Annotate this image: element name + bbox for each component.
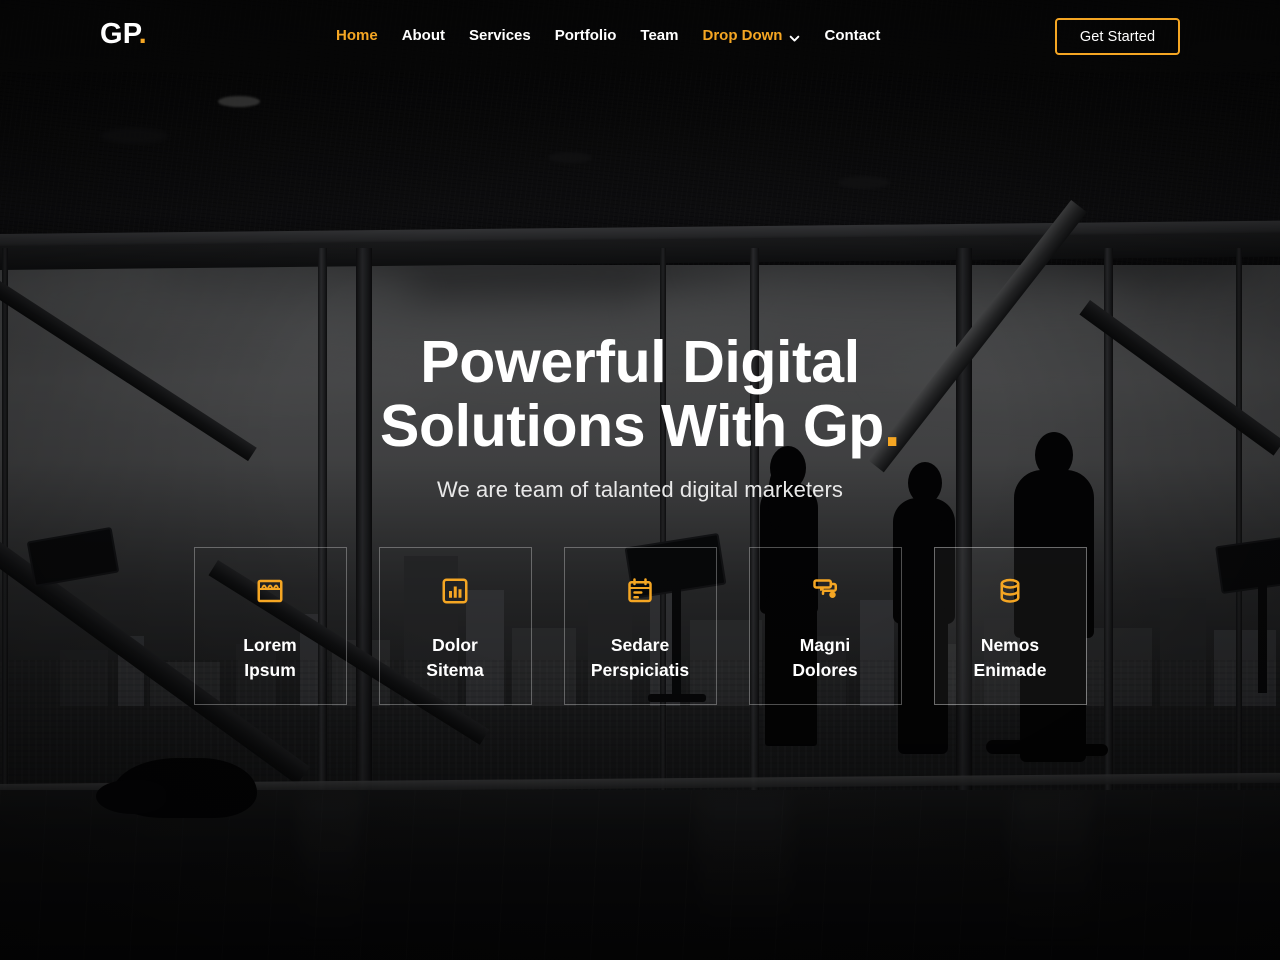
feature-box-label-line-1: Magni bbox=[799, 634, 851, 655]
hero-section: GP. Home About Services Portfolio Team D… bbox=[0, 0, 1280, 960]
feature-box-label-line-1: Sedare bbox=[610, 634, 670, 655]
get-started-button[interactable]: Get Started bbox=[1055, 18, 1180, 55]
feature-box-lorem-ipsum[interactable]: Lorem Ipsum bbox=[193, 547, 347, 705]
bar-chart-icon bbox=[440, 576, 470, 611]
logo-text: GP bbox=[100, 18, 139, 50]
nav-item-about[interactable]: About bbox=[402, 24, 469, 48]
chevron-down-icon bbox=[789, 31, 800, 42]
nav-item-contact[interactable]: Contact bbox=[824, 24, 904, 48]
nav-item-drop-down-label[interactable]: Drop Down bbox=[702, 24, 782, 48]
calendar-icon bbox=[625, 576, 655, 611]
feature-box-nemos-enimade[interactable]: Nemos Enimade bbox=[933, 547, 1087, 705]
feature-box-list: Lorem Ipsum Dolor Sitema Sedare Perspici… bbox=[193, 547, 1087, 705]
nav-item-drop-down[interactable]: Drop Down bbox=[702, 24, 824, 48]
feature-box-label-line-2: Dolores bbox=[792, 659, 858, 680]
feature-box-dolor-sitema[interactable]: Dolor Sitema bbox=[378, 547, 532, 705]
feature-box-label: Magni Dolores bbox=[792, 633, 857, 683]
site-logo[interactable]: GP. bbox=[100, 20, 147, 49]
feature-box-label-line-2: Perspiciatis bbox=[590, 659, 690, 680]
database-icon bbox=[995, 576, 1025, 611]
hero-title-line-2: Solutions With Gp bbox=[380, 393, 884, 459]
hero-title: Powerful Digital Solutions With Gp. bbox=[380, 330, 900, 458]
hero-title-line-1: Powerful Digital bbox=[420, 329, 860, 395]
hero-subtitle: We are team of talanted digital marketer… bbox=[437, 477, 843, 502]
nav-item-services[interactable]: Services bbox=[469, 24, 555, 48]
feature-box-label-line-2: Ipsum bbox=[244, 659, 296, 680]
feature-box-label-line-2: Enimade bbox=[973, 659, 1047, 680]
feature-box-label-line-2: Sitema bbox=[426, 659, 484, 680]
feature-box-label: Dolor Sitema bbox=[426, 633, 483, 683]
logo-dot: . bbox=[138, 18, 147, 50]
nav-item-team[interactable]: Team bbox=[640, 24, 702, 48]
feature-box-label: Lorem Ipsum bbox=[243, 633, 296, 683]
feature-box-sedare-perspiciatis[interactable]: Sedare Perspiciatis bbox=[563, 547, 717, 705]
paint-roller-icon bbox=[810, 576, 840, 611]
main-navigation: Home About Services Portfolio Team Drop … bbox=[336, 24, 904, 48]
feature-box-label-line-1: Nemos bbox=[980, 634, 1040, 655]
feature-box-label: Sedare Perspiciatis bbox=[591, 633, 689, 683]
nav-item-home[interactable]: Home bbox=[336, 24, 402, 48]
site-header: GP. Home About Services Portfolio Team D… bbox=[0, 0, 1280, 72]
feature-box-label: Nemos Enimade bbox=[974, 633, 1047, 683]
feature-box-label-line-1: Dolor bbox=[432, 634, 478, 655]
hero-content: Powerful Digital Solutions With Gp. We a… bbox=[0, 0, 1280, 960]
store-icon bbox=[255, 576, 285, 611]
hero-title-dot: . bbox=[883, 393, 900, 459]
feature-box-label-line-1: Lorem bbox=[243, 634, 297, 655]
feature-box-magni-dolores[interactable]: Magni Dolores bbox=[748, 547, 902, 705]
nav-item-portfolio[interactable]: Portfolio bbox=[555, 24, 641, 48]
